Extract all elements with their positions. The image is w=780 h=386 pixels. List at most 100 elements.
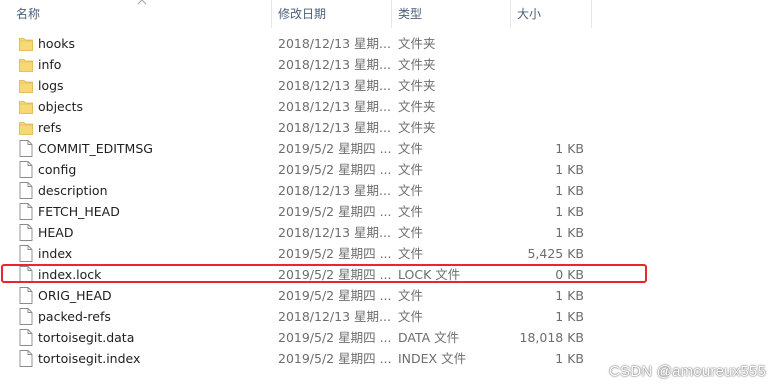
file-icon	[19, 308, 33, 325]
file-size	[500, 54, 584, 75]
file-size: 1 KB	[555, 141, 584, 156]
file-type: 文件	[398, 309, 424, 324]
file-row[interactable]: config 2019/5/2 星期四 ... 文件 1 KB	[0, 159, 780, 180]
file-size	[500, 117, 584, 138]
file-date: 2019/5/2 星期四 ...	[278, 330, 392, 345]
file-date: 2018/12/13 星期...	[278, 99, 391, 114]
file-date: 2019/5/2 星期四 ...	[278, 162, 392, 177]
folder-icon	[19, 59, 33, 72]
column-header-type[interactable]: 类型	[392, 0, 510, 30]
file-size: 5,425 KB	[527, 246, 584, 261]
column-header-bar: 名称 修改日期 类型 大小	[0, 0, 780, 30]
file-type: 文件	[398, 183, 424, 198]
file-size: 18,018 KB	[519, 330, 584, 345]
file-size: 0 KB	[555, 267, 584, 282]
file-type: 文件	[398, 141, 424, 156]
file-type: LOCK 文件	[398, 267, 461, 282]
file-name: COMMIT_EDITMSG	[38, 141, 153, 156]
file-row[interactable]: logs 2018/12/13 星期... 文件夹	[0, 75, 780, 96]
file-date: 2018/12/13 星期...	[278, 36, 391, 51]
file-name: packed-refs	[38, 309, 111, 324]
file-type: 文件夹	[398, 120, 436, 135]
file-row[interactable]: HEAD 2018/12/13 星期... 文件 1 KB	[0, 222, 780, 243]
folder-icon	[19, 80, 33, 93]
file-type: 文件	[398, 204, 424, 219]
file-size: 1 KB	[555, 162, 584, 177]
file-size: 1 KB	[555, 204, 584, 219]
file-name: info	[38, 57, 62, 72]
file-type: 文件夹	[398, 99, 436, 114]
file-type: DATA 文件	[398, 330, 460, 345]
file-name: logs	[38, 78, 64, 93]
file-name: tortoisegit.data	[38, 330, 135, 345]
file-date: 2018/12/13 星期...	[278, 225, 391, 240]
file-date: 2018/12/13 星期...	[278, 309, 391, 324]
file-name: config	[38, 162, 77, 177]
file-type: 文件夹	[398, 78, 436, 93]
column-divider[interactable]	[591, 0, 592, 28]
file-icon	[19, 182, 33, 199]
file-icon	[19, 245, 33, 262]
file-size: 1 KB	[555, 309, 584, 324]
file-row[interactable]: ORIG_HEAD 2019/5/2 星期四 ... 文件 1 KB	[0, 285, 780, 306]
file-type: 文件	[398, 162, 424, 177]
file-row[interactable]: FETCH_HEAD 2019/5/2 星期四 ... 文件 1 KB	[0, 201, 780, 222]
file-name: HEAD	[38, 225, 74, 240]
file-name: index.lock	[38, 267, 102, 282]
file-row[interactable]: hooks 2018/12/13 星期... 文件夹	[0, 33, 780, 54]
file-name: ORIG_HEAD	[38, 288, 112, 303]
file-type: 文件	[398, 288, 424, 303]
file-row[interactable]: index.lock 2019/5/2 星期四 ... LOCK 文件 0 KB	[0, 264, 780, 285]
file-icon	[19, 350, 33, 367]
file-name: hooks	[38, 36, 75, 51]
file-name: tortoisegit.index	[38, 351, 141, 366]
file-date: 2018/12/13 星期...	[278, 120, 391, 135]
file-name: refs	[38, 120, 62, 135]
file-row[interactable]: index 2019/5/2 星期四 ... 文件 5,425 KB	[0, 243, 780, 264]
column-header-size[interactable]: 大小	[511, 0, 591, 30]
file-size	[500, 96, 584, 117]
file-name: index	[38, 246, 73, 261]
file-list: hooks 2018/12/13 星期... 文件夹 info 2018/12/13 星…	[0, 33, 780, 369]
file-row[interactable]: COMMIT_EDITMSG 2019/5/2 星期四 ... 文件 1 KB	[0, 138, 780, 159]
file-type: 文件	[398, 225, 424, 240]
file-type: INDEX 文件	[398, 351, 467, 366]
file-row[interactable]: objects 2018/12/13 星期... 文件夹	[0, 96, 780, 117]
file-name: description	[38, 183, 108, 198]
file-icon	[19, 161, 33, 178]
file-date: 2019/5/2 星期四 ...	[278, 267, 392, 282]
file-size: 1 KB	[555, 183, 584, 198]
file-row[interactable]: packed-refs 2018/12/13 星期... 文件 1 KB	[0, 306, 780, 327]
file-size: 1 KB	[555, 225, 584, 240]
file-date: 2018/12/13 星期...	[278, 57, 391, 72]
file-type: 文件	[398, 246, 424, 261]
file-size	[500, 75, 584, 96]
watermark: CSDN @amoureux555	[608, 363, 766, 380]
file-row[interactable]: info 2018/12/13 星期... 文件夹	[0, 54, 780, 75]
file-date: 2019/5/2 星期四 ...	[278, 288, 392, 303]
file-icon	[19, 203, 33, 220]
file-type: 文件夹	[398, 36, 436, 51]
file-icon	[19, 329, 33, 346]
file-name: objects	[38, 99, 84, 114]
file-row[interactable]: refs 2018/12/13 星期... 文件夹	[0, 117, 780, 138]
column-header-date[interactable]: 修改日期	[272, 0, 391, 30]
file-date: 2019/5/2 星期四 ...	[278, 246, 392, 261]
file-row[interactable]: description 2018/12/13 星期... 文件 1 KB	[0, 180, 780, 201]
file-size: 1 KB	[555, 351, 584, 366]
file-row[interactable]: tortoisegit.data 2019/5/2 星期四 ... DATA 文件 1…	[0, 327, 780, 348]
file-size	[500, 33, 584, 54]
file-name: FETCH_HEAD	[38, 204, 120, 219]
chevron-up-icon	[137, 0, 147, 5]
file-icon	[19, 287, 33, 304]
file-date: 2019/5/2 星期四 ...	[278, 141, 392, 156]
file-explorer: 名称 修改日期 类型 大小 hooks 2018/12/13 星期... 文件夹 in…	[0, 0, 780, 386]
file-icon	[19, 266, 33, 283]
file-date: 2019/5/2 星期四 ...	[278, 204, 392, 219]
folder-icon	[19, 101, 33, 114]
file-date: 2018/12/13 星期...	[278, 183, 391, 198]
folder-icon	[19, 122, 33, 135]
file-date: 2019/5/2 星期四 ...	[278, 351, 392, 366]
file-type: 文件夹	[398, 57, 436, 72]
file-icon	[19, 140, 33, 157]
